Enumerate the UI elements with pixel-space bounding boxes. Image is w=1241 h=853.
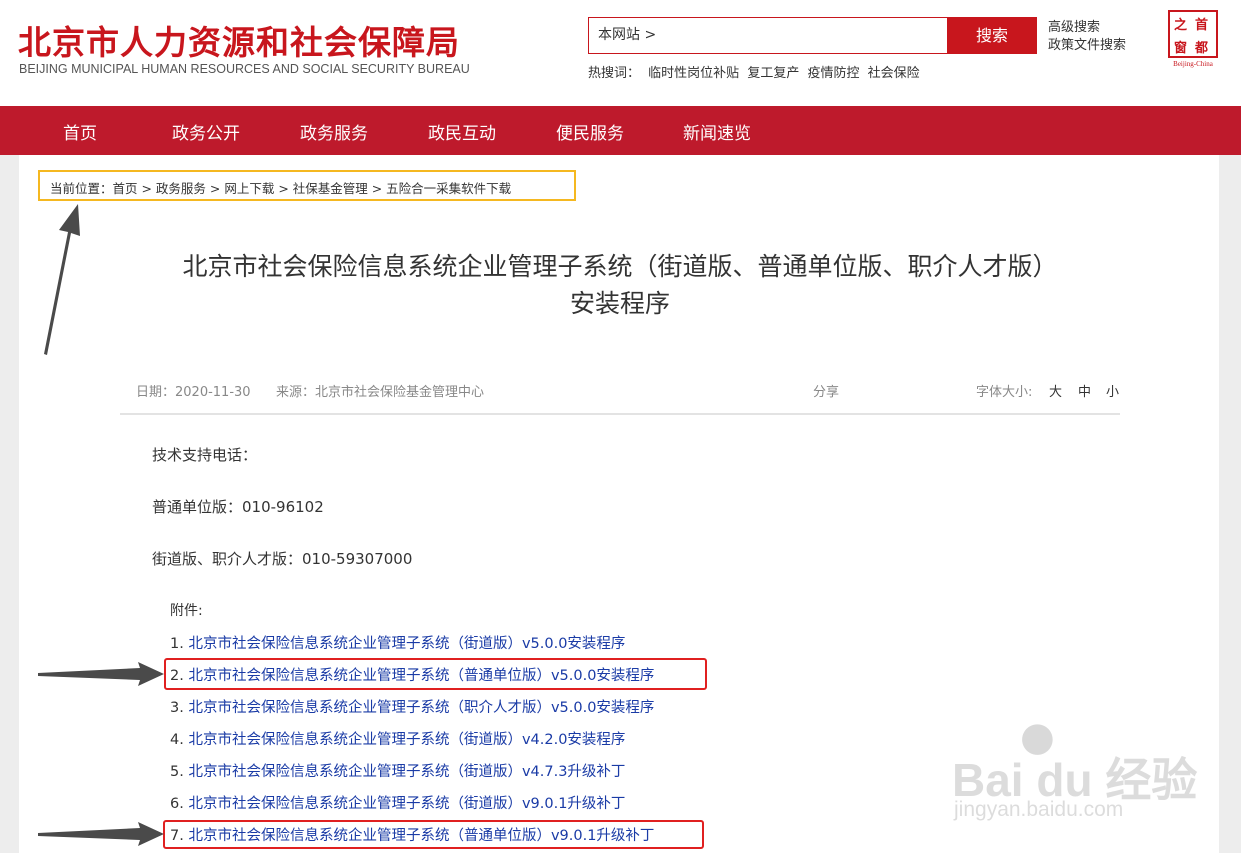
annotation-arrow-icon bbox=[38, 662, 164, 686]
site-logo-cn[interactable]: 北京市人力资源和社会保障局 bbox=[18, 16, 460, 64]
search-links: 高级搜索 政策文件搜索 bbox=[1048, 19, 1126, 55]
nav-item-home[interactable]: 首页 bbox=[63, 119, 97, 144]
article-source: 来源：北京市社会保险基金管理中心 bbox=[276, 385, 485, 400]
article-date: 日期：2020-11-30 bbox=[136, 385, 251, 400]
nav-item-news[interactable]: 新闻速览 bbox=[683, 119, 751, 144]
attachments-label: 附件: bbox=[170, 603, 203, 619]
share-button[interactable]: 分享 bbox=[813, 381, 839, 400]
seal-char: 窗 bbox=[1174, 41, 1188, 56]
hot-word[interactable]: 疫情防控 bbox=[807, 66, 859, 81]
attachment-link[interactable]: 北京市社会保险信息系统企业管理子系统（街道版）v5.0.0安装程序 bbox=[188, 636, 625, 652]
capital-window-seal-logo[interactable]: 之 首 窗 都 Beijing-China bbox=[1164, 10, 1222, 70]
seal-char: 首 bbox=[1195, 18, 1209, 33]
font-size-small[interactable]: 小 bbox=[1106, 381, 1119, 400]
advanced-search-link[interactable]: 高级搜索 bbox=[1048, 19, 1126, 37]
attachment-number: 4. bbox=[170, 732, 184, 748]
site-logo-en: BEIJING MUNICIPAL HUMAN RESOURCES AND SO… bbox=[19, 62, 470, 76]
attachment-item: 3. 北京市社会保险信息系统企业管理子系统（职介人才版）v5.0.0安装程序 bbox=[170, 696, 654, 717]
font-size-large[interactable]: 大 bbox=[1049, 381, 1062, 400]
seal-char: 之 bbox=[1174, 18, 1188, 33]
hot-word[interactable]: 临时性岗位补贴 bbox=[648, 66, 739, 81]
policy-search-link[interactable]: 政策文件搜索 bbox=[1048, 37, 1126, 55]
search-input[interactable]: 本网站 > bbox=[588, 17, 948, 54]
breadcrumb: 当前位置：首页 > 政务服务 > 网上下载 > 社保基金管理 > 五险合一采集软… bbox=[38, 170, 576, 201]
watermark-url: jingyan.baidu.com bbox=[954, 798, 1124, 821]
seal-frame: 之 首 窗 都 bbox=[1168, 10, 1218, 58]
nav-item-convenience-services[interactable]: 便民服务 bbox=[556, 119, 624, 144]
nav-item-public-interaction[interactable]: 政民互动 bbox=[428, 119, 496, 144]
attachment-item: 4. 北京市社会保险信息系统企业管理子系统（街道版）v4.2.0安装程序 bbox=[170, 728, 625, 749]
seal-char: 都 bbox=[1195, 41, 1209, 56]
highlight-box-attachment-2 bbox=[164, 658, 707, 690]
highlight-box-attachment-7 bbox=[163, 820, 704, 849]
baidu-jingyan-watermark: ● Bai du 经验 jingyan.baidu.com bbox=[952, 714, 1197, 824]
phone-normal: 普通单位版：010-96102 bbox=[152, 498, 324, 516]
support-label: 技术支持电话： bbox=[152, 446, 258, 464]
attachment-number: 3. bbox=[170, 700, 184, 716]
title-divider bbox=[120, 413, 1120, 415]
phone-street: 街道版、职介人才版：010-59307000 bbox=[152, 550, 413, 568]
attachment-number: 1. bbox=[170, 636, 184, 652]
hot-search-label: 热搜词： bbox=[588, 66, 641, 81]
font-size-medium[interactable]: 中 bbox=[1078, 381, 1091, 400]
font-size-label: 字体大小: bbox=[976, 385, 1033, 400]
attachment-item: 6. 北京市社会保险信息系统企业管理子系统（街道版）v9.0.1升级补丁 bbox=[170, 792, 625, 813]
attachment-item: 5. 北京市社会保险信息系统企业管理子系统（街道版）v4.7.3升级补丁 bbox=[170, 760, 625, 781]
attachment-link[interactable]: 北京市社会保险信息系统企业管理子系统（街道版）v4.2.0安装程序 bbox=[188, 732, 625, 748]
attachment-item: 1. 北京市社会保险信息系统企业管理子系统（街道版）v5.0.0安装程序 bbox=[170, 632, 625, 653]
attachment-link[interactable]: 北京市社会保险信息系统企业管理子系统（职介人才版）v5.0.0安装程序 bbox=[188, 700, 654, 716]
hot-word[interactable]: 社会保险 bbox=[868, 66, 920, 81]
nav-item-government-affairs[interactable]: 政务公开 bbox=[172, 119, 240, 144]
page-title-line: 安装程序 bbox=[569, 289, 670, 318]
breadcrumb-text[interactable]: 当前位置：首页 > 政务服务 > 网上下载 > 社保基金管理 > 五险合一采集软… bbox=[50, 178, 511, 197]
annotation-arrow-icon bbox=[38, 822, 164, 846]
hot-search-words: 热搜词： 临时性岗位补贴 复工复产 疫情防控 社会保险 bbox=[588, 62, 924, 81]
search-scope-select[interactable]: 本网站 > bbox=[598, 24, 656, 44]
search-button[interactable]: 搜索 bbox=[947, 17, 1037, 54]
hot-word[interactable]: 复工复产 bbox=[747, 66, 799, 81]
site-header: 北京市人力资源和社会保障局 BEIJING MUNICIPAL HUMAN RE… bbox=[0, 0, 1241, 106]
page-title: 北京市社会保险信息系统企业管理子系统（街道版、普通单位版、职介人才版） 安装程序 bbox=[120, 248, 1120, 322]
main-nav: 首页 政务公开 政务服务 政民互动 便民服务 新闻速览 bbox=[0, 106, 1241, 155]
page-title-line: 北京市社会保险信息系统企业管理子系统（街道版、普通单位版、职介人才版） bbox=[182, 252, 1058, 281]
attachment-link[interactable]: 北京市社会保险信息系统企业管理子系统（街道版）v4.7.3升级补丁 bbox=[188, 764, 625, 780]
attachment-link[interactable]: 北京市社会保险信息系统企业管理子系统（街道版）v9.0.1升级补丁 bbox=[188, 796, 625, 812]
nav-item-government-services[interactable]: 政务服务 bbox=[300, 119, 368, 144]
annotation-arrow-icon bbox=[44, 204, 80, 355]
attachment-number: 5. bbox=[170, 764, 184, 780]
seal-caption: Beijing-China bbox=[1173, 60, 1213, 68]
attachment-number: 6. bbox=[170, 796, 184, 812]
